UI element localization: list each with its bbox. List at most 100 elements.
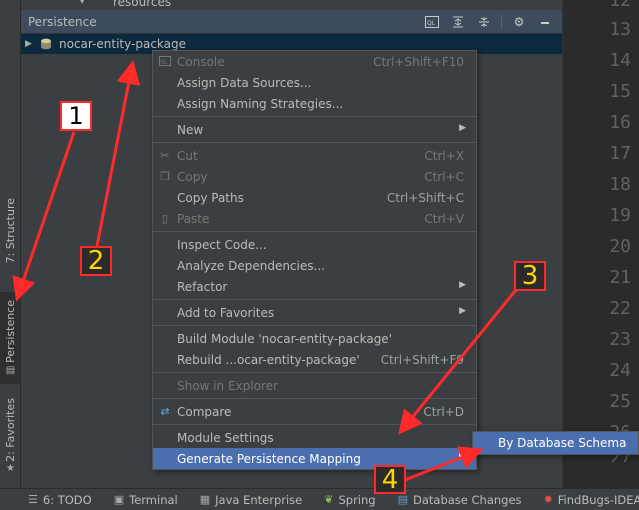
menu-item-label: Console <box>177 54 225 69</box>
scissors-icon: ✂ <box>160 148 170 162</box>
copy-icon: ❐ <box>160 169 170 183</box>
line-number: 24 <box>609 360 631 381</box>
tool-button-database-changes[interactable]: ▤ Database Changes <box>398 493 522 507</box>
menu-item-label: Analyze Dependencies... <box>177 258 325 273</box>
menu-item-shortcut: Ctrl+Shift+F10 <box>373 54 464 69</box>
terminal-icon: ▣ <box>113 493 125 506</box>
tree-item-label: nocar-entity-package <box>59 37 187 51</box>
line-number: 17 <box>609 143 631 164</box>
annotation-label-3: 3 <box>514 261 546 291</box>
menu-item-label: Cut <box>177 148 198 163</box>
menu-item-label: Build Module 'nocar-entity-package' <box>177 331 392 346</box>
menu-item-inspect-code[interactable]: Inspect Code... <box>153 234 476 255</box>
menu-item-label: Refactor <box>177 279 228 294</box>
submenu-arrow-icon: ▶ <box>459 280 466 290</box>
menu-item-paste[interactable]: ▯ Paste Ctrl+V <box>153 208 476 229</box>
menu-item-assign-data-sources[interactable]: Assign Data Sources... <box>153 72 476 93</box>
menu-item-new[interactable]: New ▶ <box>153 119 476 140</box>
menu-item-assign-naming-strategies[interactable]: Assign Naming Strategies... <box>153 93 476 114</box>
menu-item-generate-persistence-mapping[interactable]: Generate Persistence Mapping ▶ <box>153 448 476 469</box>
menu-item-copy[interactable]: ❐ Copy Ctrl+C <box>153 166 476 187</box>
line-number: 20 <box>609 236 631 257</box>
menu-item-cut[interactable]: ✂ Cut Ctrl+X <box>153 145 476 166</box>
tool-button-spring[interactable]: ❦ Spring <box>324 493 375 507</box>
tool-button-label: Database Changes <box>413 492 522 507</box>
submenu-arrow-icon: ▶ <box>459 452 466 462</box>
spring-leaf-icon: ❦ <box>324 493 334 506</box>
menu-item-shortcut: Ctrl+Shift+F9 <box>380 352 464 367</box>
gear-icon[interactable]: ⚙ <box>506 12 532 32</box>
menu-item-shortcut: Ctrl+X <box>424 148 464 163</box>
menu-item-shortcut: Ctrl+C <box>424 169 464 184</box>
menu-item-compare[interactable]: ⇄ Compare Ctrl+D <box>153 401 476 422</box>
tool-button-todo[interactable]: ☰ 6: TODO <box>28 493 92 507</box>
ql-console-icon[interactable]: QL <box>419 12 445 32</box>
svg-text:QL: QL <box>161 60 168 66</box>
bug-icon: ✹ <box>543 493 553 506</box>
expand-arrow-icon[interactable]: ▼ <box>79 0 85 5</box>
expand-arrow-icon[interactable]: ▶ <box>25 39 39 49</box>
annotation-label-4: 4 <box>374 465 406 495</box>
menu-item-refactor[interactable]: Refactor ▶ <box>153 276 476 297</box>
tab-favorites[interactable]: 2: Favorites ★ <box>0 392 21 480</box>
menu-item-label: New <box>177 122 204 137</box>
line-number: 12 <box>609 0 631 11</box>
menu-item-label: Add to Favorites <box>177 305 275 320</box>
menu-item-rebuild-module[interactable]: Rebuild ...ocar-entity-package' Ctrl+Shi… <box>153 349 476 370</box>
tab-persistence-label: Persistence <box>4 300 17 363</box>
menu-item-label: Show in Explorer <box>177 378 278 393</box>
line-number: 22 <box>609 298 631 319</box>
tool-button-java-enterprise[interactable]: ▦ Java Enterprise <box>200 493 303 507</box>
tab-favorites-label: 2: Favorites <box>4 397 17 462</box>
menu-item-show-in-explorer[interactable]: Show in Explorer <box>153 375 476 396</box>
menu-item-console[interactable]: QL Console Ctrl+Shift+F10 <box>153 51 476 72</box>
line-number: 13 <box>609 19 631 40</box>
tab-structure[interactable]: 7: Structure <box>0 196 21 266</box>
tool-button-label: 6: TODO <box>42 492 92 507</box>
menu-item-analyze-dependencies[interactable]: Analyze Dependencies... <box>153 255 476 276</box>
menu-item-label: Rebuild ...ocar-entity-package' <box>177 352 360 367</box>
tab-persistence[interactable]: Persistence ▤ <box>0 292 21 384</box>
line-number: 18 <box>609 174 631 195</box>
menu-item-module-settings[interactable]: Module Settings <box>153 427 476 448</box>
persistence-unit-icon <box>41 38 51 50</box>
bottom-tool-bar: ☰ 6: TODO ▣ Terminal ▦ Java Enterprise ❦… <box>0 488 639 510</box>
tree-node-resources[interactable]: resources <box>113 0 171 9</box>
todo-icon: ☰ <box>28 493 38 506</box>
tool-button-terminal[interactable]: ▣ Terminal <box>114 493 178 507</box>
java-enterprise-icon: ▦ <box>199 493 211 506</box>
tool-button-findbugs[interactable]: ✹ FindBugs-IDEA <box>544 493 639 507</box>
svg-text:QL: QL <box>427 20 436 27</box>
menu-item-copy-paths[interactable]: Copy Paths Ctrl+Shift+C <box>153 187 476 208</box>
menu-item-label: Generate Persistence Mapping <box>177 451 361 466</box>
menu-item-by-database-schema[interactable]: By Database Schema <box>473 432 638 454</box>
star-icon: ★ <box>6 463 15 475</box>
tool-button-label: FindBugs-IDEA <box>557 492 639 507</box>
generate-mapping-submenu: By Database Schema <box>472 431 639 455</box>
compare-icon: ⇄ <box>160 404 170 418</box>
submenu-arrow-icon: ▶ <box>459 123 466 133</box>
annotation-label-1: 1 <box>60 101 92 131</box>
menu-item-label: Copy Paths <box>177 190 244 205</box>
menu-item-build-module[interactable]: Build Module 'nocar-entity-package' <box>153 328 476 349</box>
menu-item-shortcut: Ctrl+Shift+C <box>386 190 464 205</box>
menu-item-label: Module Settings <box>177 430 274 445</box>
hide-icon[interactable] <box>532 12 558 32</box>
line-number: 14 <box>609 50 631 71</box>
menu-item-shortcut: Ctrl+D <box>423 404 464 419</box>
collapse-all-icon[interactable] <box>471 12 497 32</box>
left-tool-stripe: 7: Structure Persistence ▤ 2: Favorites … <box>0 0 21 488</box>
expand-all-icon[interactable] <box>445 12 471 32</box>
menu-item-shortcut: Ctrl+V <box>424 211 464 226</box>
menu-item-label: Inspect Code... <box>177 237 267 252</box>
toolbar-separator <box>501 14 502 29</box>
menu-item-label: Compare <box>177 404 232 419</box>
menu-item-label: Assign Data Sources... <box>177 75 312 90</box>
menu-item-label: Paste <box>177 211 210 226</box>
line-number: 25 <box>609 391 631 412</box>
submenu-arrow-icon: ▶ <box>459 306 466 316</box>
line-number: 19 <box>609 205 631 226</box>
tool-button-label: Terminal <box>129 492 178 507</box>
menu-item-add-to-favorites[interactable]: Add to Favorites ▶ <box>153 302 476 323</box>
menu-item-label: Assign Naming Strategies... <box>177 96 344 111</box>
